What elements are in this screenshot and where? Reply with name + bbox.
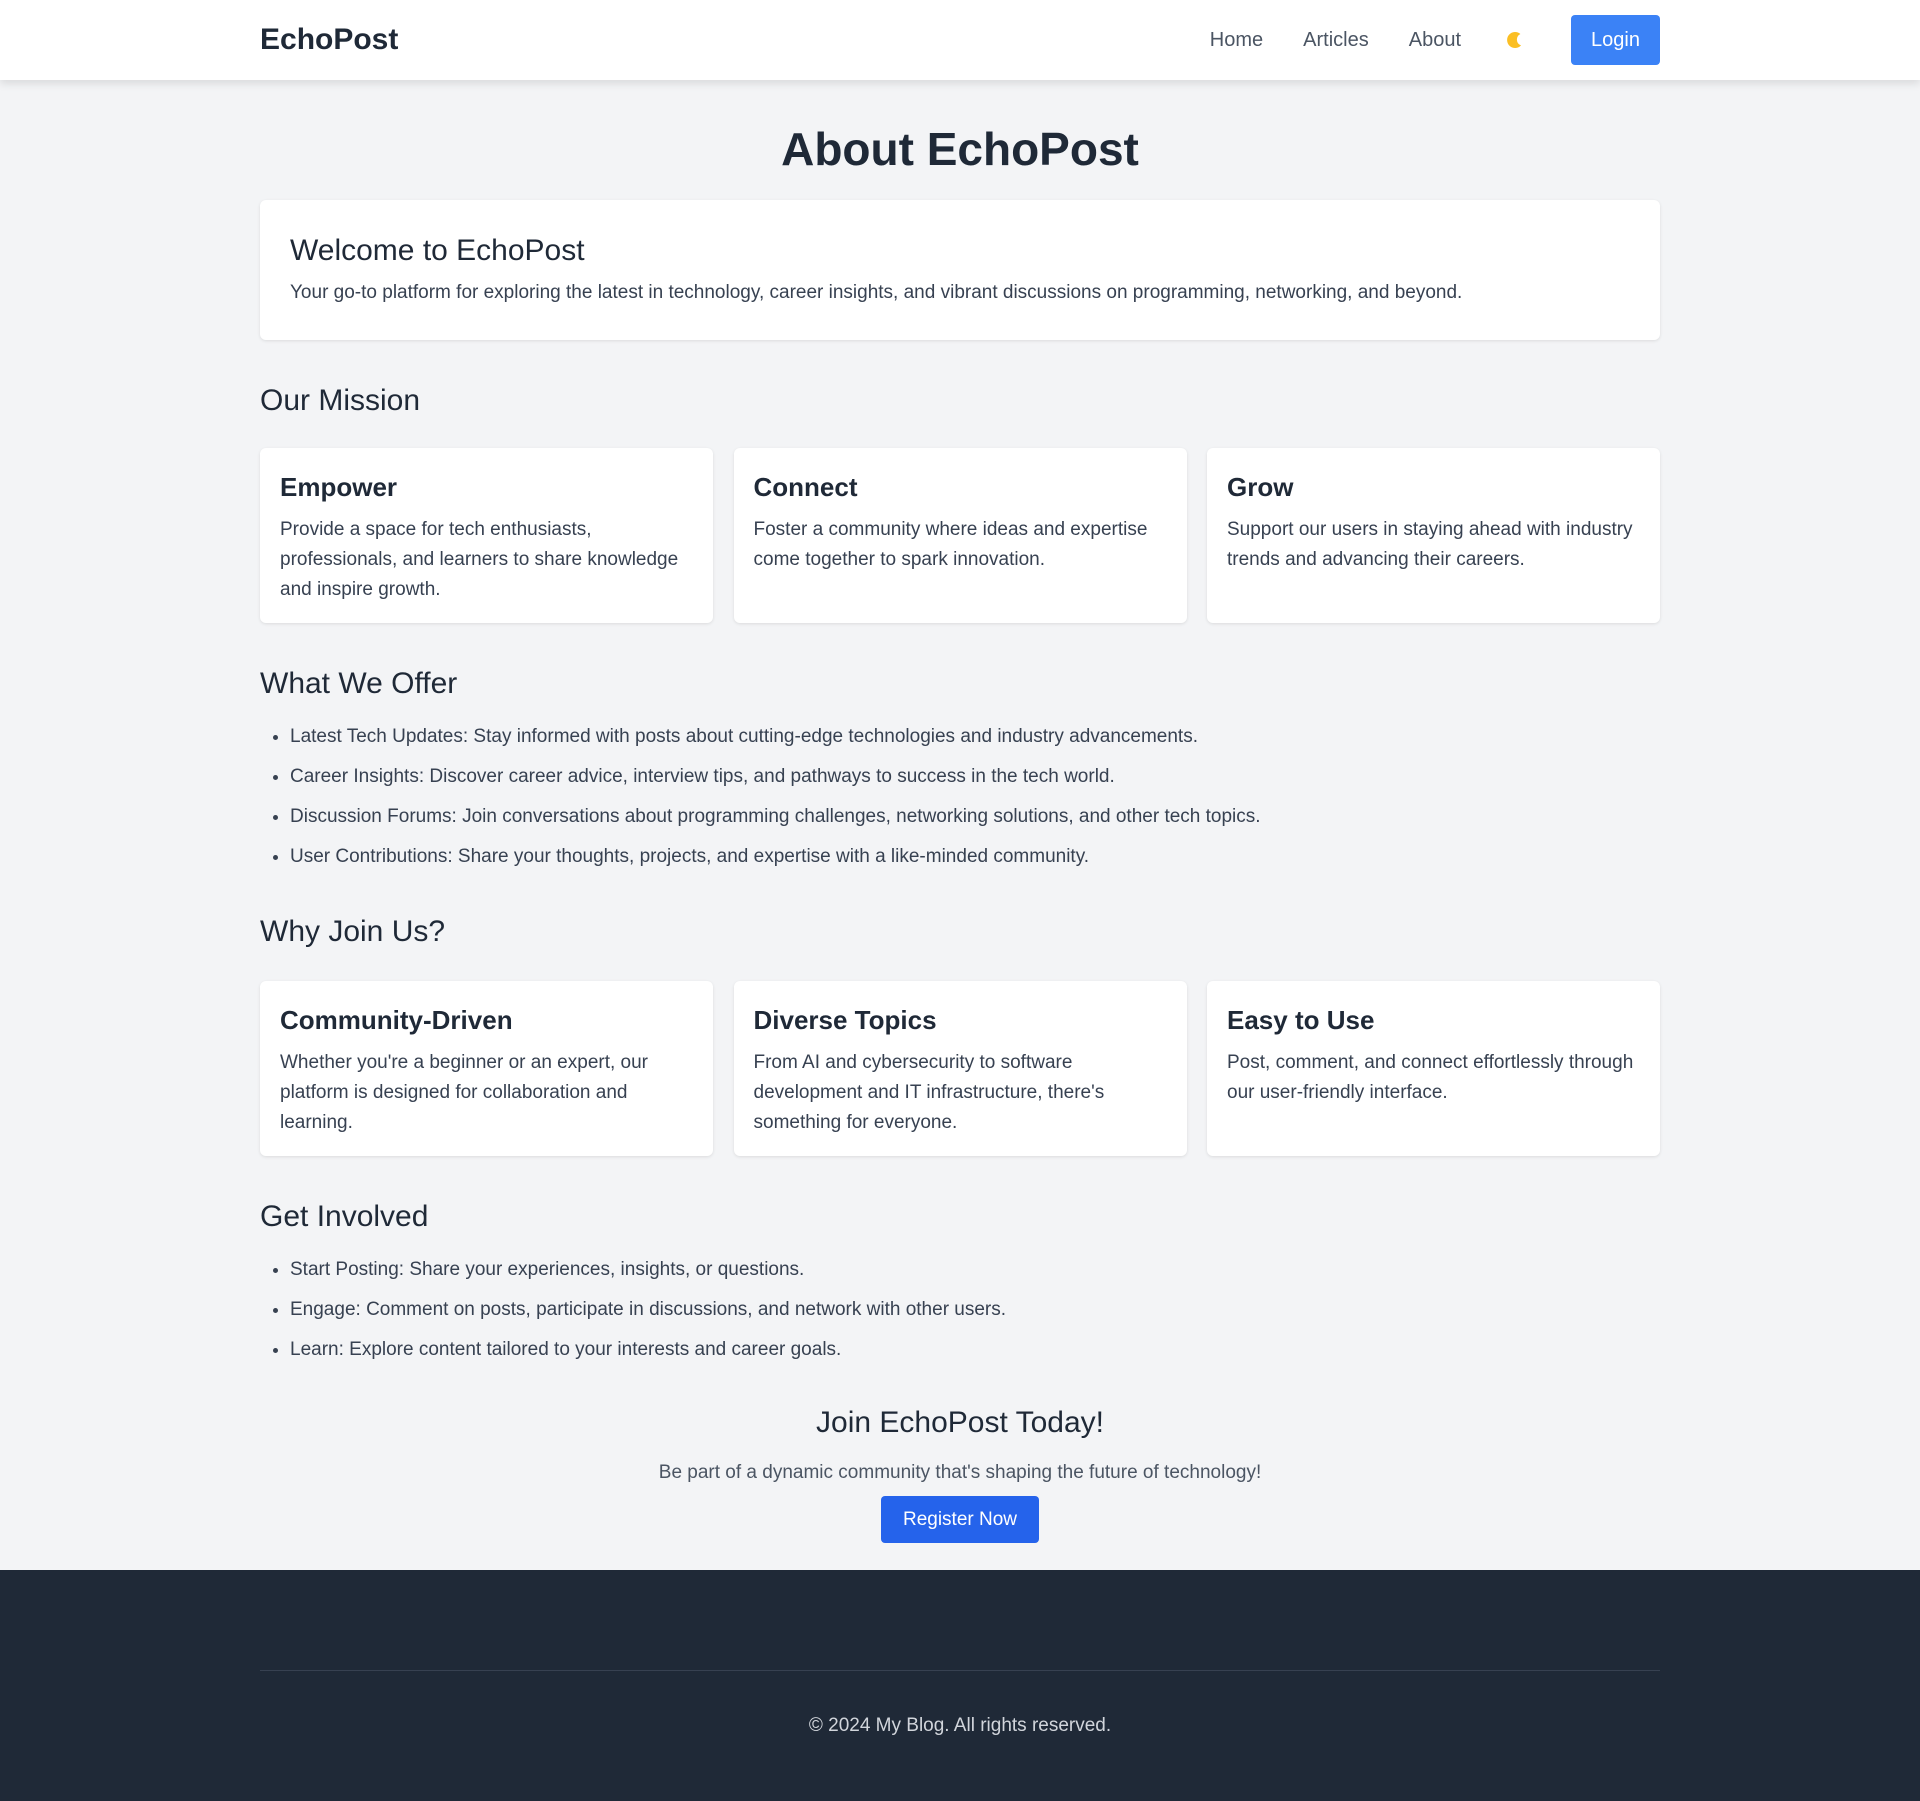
card-title: Community-Driven bbox=[280, 1005, 513, 1035]
moon-icon[interactable] bbox=[1503, 28, 1527, 52]
footer-divider bbox=[260, 1670, 1660, 1671]
card-title: Easy to Use bbox=[1227, 1005, 1375, 1035]
cta-text: Be part of a dynamic community that's sh… bbox=[658, 1462, 1262, 1483]
register-button[interactable]: Register Now bbox=[881, 1496, 1039, 1543]
list-item: Start Posting: Share your experiences, i… bbox=[290, 1250, 1660, 1290]
why-card-community: Community-Driven Whether you're a beginn… bbox=[260, 981, 713, 1156]
welcome-text: Your go-to platform for exploring the la… bbox=[290, 282, 1463, 303]
nav-link-about[interactable]: About bbox=[1409, 29, 1461, 52]
main-content: About EchoPost Welcome to EchoPost Your … bbox=[0, 80, 1920, 1570]
card-text: Foster a community where ideas and exper… bbox=[753, 519, 1148, 570]
welcome-title: Welcome to EchoPost bbox=[290, 234, 585, 267]
why-card-easy: Easy to Use Post, comment, and connect e… bbox=[1207, 981, 1660, 1156]
list-item: Discussion Forums: Join conversations ab… bbox=[290, 797, 1660, 837]
why-cards: Community-Driven Whether you're a beginn… bbox=[260, 981, 1660, 1156]
list-item: Engage: Comment on posts, participate in… bbox=[290, 1290, 1660, 1330]
login-button[interactable]: Login bbox=[1571, 15, 1660, 65]
brand-logo[interactable]: EchoPost bbox=[260, 23, 398, 57]
navbar: EchoPost Home Articles About Login bbox=[0, 0, 1920, 80]
page-title: About EchoPost bbox=[781, 123, 1139, 175]
nav-link-articles[interactable]: Articles bbox=[1303, 29, 1369, 52]
card-title: Grow bbox=[1227, 472, 1294, 502]
involved-title: Get Involved bbox=[260, 1200, 429, 1233]
welcome-card: Welcome to EchoPost Your go-to platform … bbox=[260, 200, 1660, 340]
card-title: Empower bbox=[280, 472, 398, 502]
nav-links: Home Articles About Login bbox=[1170, 15, 1660, 65]
nav-link-home[interactable]: Home bbox=[1210, 29, 1263, 52]
footer-copyright: © 2024 My Blog. All rights reserved. bbox=[808, 1715, 1112, 1736]
footer: © 2024 My Blog. All rights reserved. bbox=[0, 1570, 1920, 1801]
card-text: Whether you're a beginner or an expert, … bbox=[280, 1052, 649, 1133]
cta-section: Join EchoPost Today! Be part of a dynami… bbox=[260, 1406, 1660, 1543]
card-title: Diverse Topics bbox=[753, 1005, 937, 1035]
list-item: Career Insights: Discover career advice,… bbox=[290, 757, 1660, 797]
offer-title: What We Offer bbox=[260, 667, 458, 700]
list-item: User Contributions: Share your thoughts,… bbox=[290, 837, 1660, 877]
offer-list: Latest Tech Updates: Stay informed with … bbox=[260, 717, 1660, 877]
why-card-topics: Diverse Topics From AI and cybersecurity… bbox=[733, 981, 1187, 1156]
list-item: Latest Tech Updates: Stay informed with … bbox=[290, 717, 1660, 757]
mission-card-grow: Grow Support our users in staying ahead … bbox=[1207, 448, 1660, 623]
involved-list: Start Posting: Share your experiences, i… bbox=[260, 1250, 1660, 1370]
card-text: Provide a space for tech enthusiasts, pr… bbox=[280, 519, 679, 600]
card-title: Connect bbox=[753, 472, 858, 502]
card-text: From AI and cybersecurity to software de… bbox=[753, 1052, 1105, 1133]
list-item: Learn: Explore content tailored to your … bbox=[290, 1330, 1660, 1370]
mission-card-empower: Empower Provide a space for tech enthusi… bbox=[260, 448, 713, 623]
mission-card-connect: Connect Foster a community where ideas a… bbox=[733, 448, 1187, 623]
card-text: Post, comment, and connect effortlessly … bbox=[1227, 1052, 1634, 1103]
why-title: Why Join Us? bbox=[260, 915, 446, 948]
card-text: Support our users in staying ahead with … bbox=[1227, 519, 1633, 570]
mission-title: Our Mission bbox=[260, 384, 421, 417]
mission-cards: Empower Provide a space for tech enthusi… bbox=[260, 448, 1660, 623]
cta-title: Join EchoPost Today! bbox=[816, 1406, 1104, 1439]
